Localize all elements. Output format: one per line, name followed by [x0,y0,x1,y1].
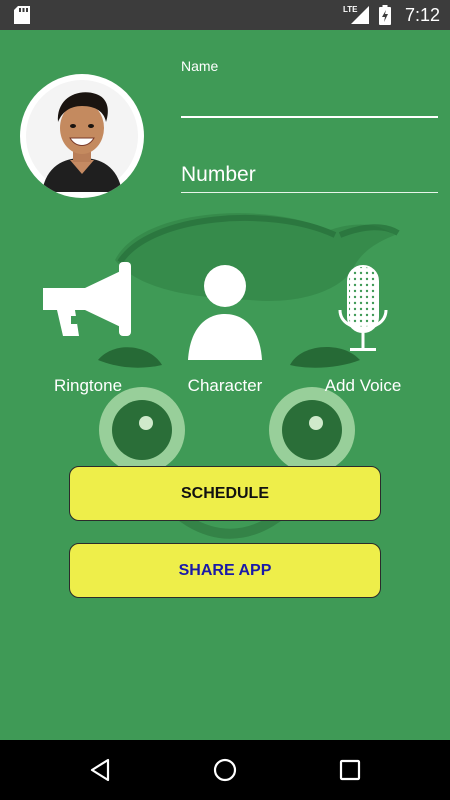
microphone-icon [338,265,388,351]
back-button[interactable] [70,740,130,800]
ringtone-action[interactable]: Ringtone [23,258,153,398]
status-time: 7:12 [404,4,440,25]
person-icon [188,265,262,360]
battery-charging-icon [378,5,391,25]
number-input[interactable] [181,158,438,193]
character-action[interactable]: Character [160,258,290,398]
name-input[interactable] [181,80,438,118]
app-screen: LTE 7:12 Name Number Ringtone Character … [0,0,450,800]
schedule-button[interactable]: SCHEDULE [69,466,381,521]
back-icon [90,758,110,782]
avatar-photo [26,80,138,192]
megaphone-icon [43,262,131,336]
add-voice-action[interactable]: Add Voice [298,258,428,398]
sd-card-icon [14,6,30,24]
ringtone-label: Ringtone [53,376,123,395]
add-voice-label: Add Voice [324,376,402,395]
name-label: Name [181,58,219,74]
contact-avatar[interactable] [20,74,144,198]
status-bar: LTE 7:12 [0,0,450,30]
home-button[interactable] [195,740,255,800]
recents-icon [339,759,361,781]
navigation-bar [0,740,450,800]
character-label: Character [187,376,263,395]
lte-signal-icon [350,6,369,24]
home-icon [213,758,237,782]
recents-button[interactable] [320,740,380,800]
share-app-button[interactable]: SHARE APP [69,543,381,598]
